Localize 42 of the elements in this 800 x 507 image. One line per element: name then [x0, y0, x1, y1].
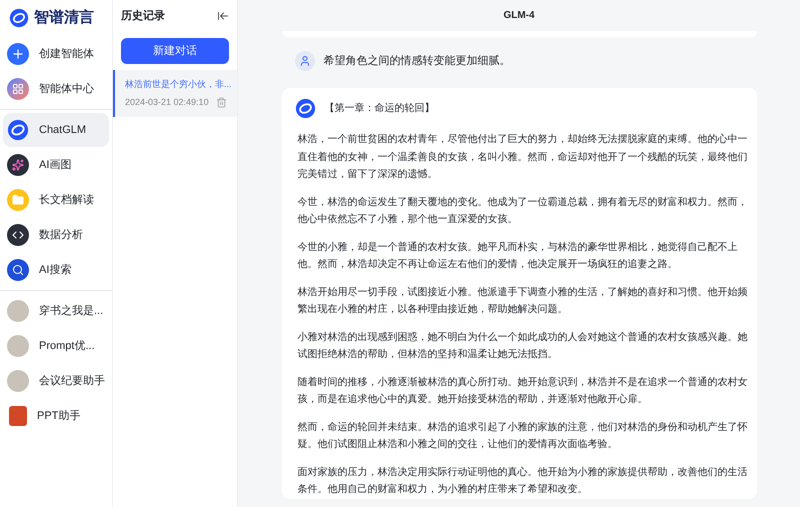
model-title: GLM-4 — [503, 9, 535, 23]
story-paragraph: 今世的小雅，却是一个普通的农村女孩。她平凡而朴实，与林浩的豪华世界相比，她觉得自己配不上他。然而，林浩却决定不再让命运左右他们的爱情，他决定展开一场疯狂的追妻之路。 — [298, 240, 738, 272]
chapter-heading: 【第一章：命运的轮回】 — [324, 102, 434, 116]
story-paragraph: 面对家族的压力，林浩决定用实际行动证明他的真心。他开始为小雅的家族提供帮助，改善他们的生活条件。他用自己的财富和权力，为小雅的村庄带来了希望和改变。 — [298, 466, 748, 497]
sparkle-icon — [7, 154, 29, 176]
story-paragraph: 林浩，一个前世贫困的农村青年，尽管他付出了巨大的努力，却始终无法摆脱家庭的束缚。他的心中一直住着他的女神，一个温柔善良的女孩，名叫小雅。然而，命运却对他开了一个残酷的玩笑，最终他们完美错过，留下了深深的遗憾。 — [298, 132, 748, 182]
assistant-logo-icon — [294, 98, 316, 119]
logo-icon — [9, 8, 29, 28]
nav-item[interactable]: 创建智能体 — [3, 37, 109, 71]
code-icon — [7, 224, 29, 246]
chat-logo-icon — [7, 119, 29, 141]
history-item-time: 2024-03-21 02:49:10 — [125, 96, 209, 108]
history-title: 历史记录 — [121, 8, 165, 24]
nav-item[interactable]: 数据分析 — [3, 218, 109, 252]
search-icon — [7, 259, 29, 281]
nav-item[interactable]: ChatGLM — [3, 113, 109, 147]
nav-item[interactable]: 会议纪要助手 — [3, 364, 109, 398]
new-chat-button[interactable]: 新建对话 — [121, 38, 229, 64]
nav-item[interactable]: AI搜索 — [3, 253, 109, 287]
nav-item[interactable]: 穿书之我是... — [3, 294, 109, 328]
presentation-icon — [9, 406, 27, 426]
collapse-button[interactable] — [217, 10, 229, 22]
history-item[interactable]: 林浩前世是个穷小伙，非... 2024-03-21 02:49:10 — [113, 70, 237, 117]
nav-item[interactable]: 智能体中心 — [3, 72, 109, 106]
user-avatar-icon — [294, 51, 314, 71]
brand-name: 智谱清言 — [34, 8, 94, 28]
avatar-placeholder — [7, 370, 29, 392]
nav-item[interactable]: Prompt优... — [3, 329, 109, 363]
story-paragraph: 小雅对林浩的出现感到困惑，她不明白为什么一个如此成功的人会对她这个普通的农村女孩感兴趣。她试图拒绝林浩的帮助，但林浩的坚持和温柔让她无法抵挡。 — [298, 330, 748, 362]
story-paragraph: 林浩开始用尽一切手段，试图接近小雅。他派遣手下调查小雅的生活，了解她的喜好和习惯。他开始频繁出现在小雅的村庄，以各种理由接近她，帮助她解决问题。 — [298, 286, 748, 317]
folder-icon — [7, 189, 29, 211]
plus-icon — [7, 43, 29, 65]
story-paragraph: 随着时间的推移，小雅逐渐被林浩的真心所打动。她开始意识到，林浩并不是在追求一个普通的农村女孩，而是在追求他心中的真爱。她开始接受林浩的帮助，并逐渐对他敞开心扉。 — [298, 376, 748, 407]
user-message: 希望角色之间的情感转变能更加细腻。 — [324, 54, 510, 69]
nav-item[interactable]: PPT助手 — [3, 399, 109, 433]
grid-icon — [7, 78, 29, 100]
story-paragraph: 然而，命运的轮回并未结束。林浩的追求引起了小雅的家族的注意，他们对林浩的身份和动机产生了怀疑。他们试图阻止林浩和小雅之间的交往，让他们的爱情再次面临考验。 — [298, 420, 748, 452]
story-paragraph: 今世，林浩的命运发生了翻天覆地的变化。他成为了一位霸道总裁，拥有着无尽的财富和权力。然而，他心中依然忘不了小雅，那个他一直深爱的女孩。 — [298, 196, 748, 227]
nav-item[interactable]: 长文档解读 — [3, 183, 109, 217]
avatar-placeholder — [7, 335, 29, 357]
avatar-placeholder — [7, 300, 29, 322]
nav-item[interactable]: AI画图 — [3, 148, 109, 182]
